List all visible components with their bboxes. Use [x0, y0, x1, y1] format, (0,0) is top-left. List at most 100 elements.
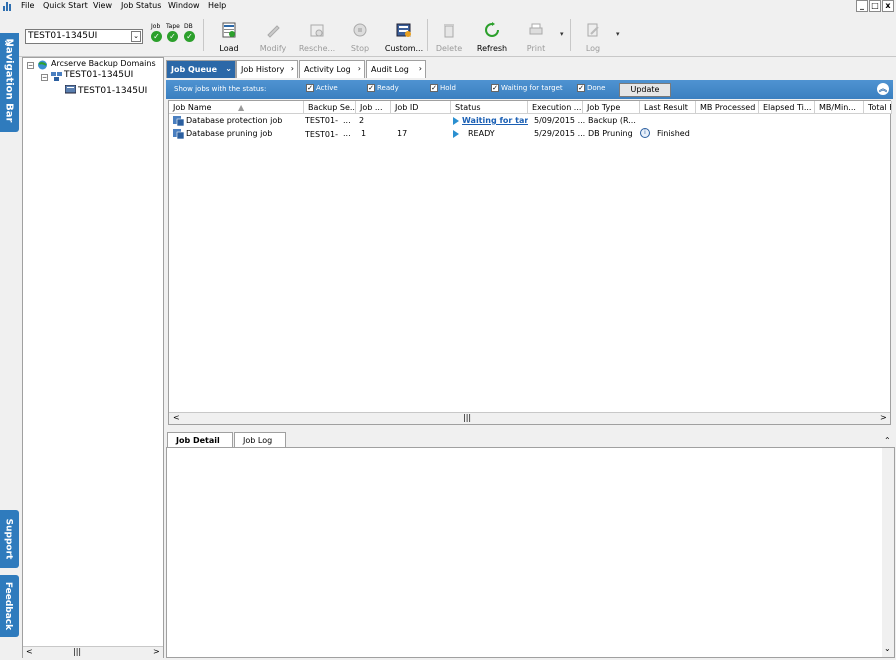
cell-job-type: DB Pruning [588, 129, 633, 138]
menu-view[interactable]: View [93, 1, 112, 10]
chevron-right-icon[interactable]: › [419, 64, 422, 73]
job-detail-panel: ⌃ ⌄ [166, 436, 895, 658]
filter-hold-label: Hold [440, 84, 456, 92]
checkbox-check-icon: ✓ [306, 84, 314, 92]
cell-job-id: 17 [397, 129, 408, 138]
filter-done-checkbox[interactable]: ✓ Done [577, 84, 605, 95]
customize-button[interactable]: Custom... [384, 20, 424, 54]
filter-active-checkbox[interactable]: ✓ Active [306, 84, 338, 95]
col-execution[interactable]: Execution ... [528, 101, 583, 114]
server-icon [65, 85, 76, 94]
menu-job-status[interactable]: Job Status [121, 1, 161, 10]
filter-ready-label: Ready [377, 84, 399, 92]
cell-backup-server-more: ... [343, 116, 351, 125]
chevron-right-icon[interactable]: › [291, 64, 294, 73]
tab-job-queue-label: Job Queue [171, 65, 218, 74]
chevron-down-icon[interactable]: ⌄ [225, 64, 232, 73]
close-button[interactable]: x [882, 0, 894, 12]
tab-job-detail[interactable]: Job Detail [167, 432, 233, 447]
update-button[interactable]: Update [619, 83, 671, 97]
filter-waiting-checkbox[interactable]: ✓ Waiting for target [491, 84, 563, 95]
minimize-button[interactable]: _ [856, 0, 868, 12]
delete-button[interactable]: Delete [429, 20, 469, 54]
menu-bar: File Quick Start View Job Status Window … [0, 0, 896, 13]
db-status-ok-icon[interactable]: ✓ [184, 31, 195, 42]
detail-vertical-scrollbar[interactable]: ⌃ ⌄ [882, 436, 894, 657]
server-select[interactable]: TEST01-1345UI ⌄ [25, 29, 143, 44]
print-button[interactable]: Print [516, 20, 556, 54]
support-button[interactable]: Support [0, 510, 19, 568]
tab-activity-log[interactable]: Activity Log › [299, 60, 365, 78]
scroll-up-icon[interactable]: ⌃ [884, 436, 891, 445]
col-total-files[interactable]: Total F [864, 101, 892, 114]
log-button[interactable]: Log [573, 20, 613, 54]
job-status-ok-icon[interactable]: ✓ [151, 31, 162, 42]
cell-job-number: 1 [361, 129, 367, 138]
checkbox-check-icon: ✓ [577, 84, 585, 92]
filter-ready-checkbox[interactable]: ✓ Ready [367, 84, 399, 95]
navigation-bar-toggle[interactable]: » Navigation Bar [0, 33, 19, 132]
tree-server-label[interactable]: TEST01-1345UI [78, 86, 147, 96]
tree-collapse-icon[interactable]: − [27, 62, 34, 69]
col-job-id[interactable]: Job ID [391, 101, 451, 114]
scroll-thumb[interactable]: ||| [73, 647, 81, 656]
menu-help[interactable]: Help [208, 1, 226, 10]
menu-quick-start[interactable]: Quick Start [43, 1, 88, 10]
restore-button[interactable]: □ [869, 0, 881, 12]
chevron-down-icon[interactable]: ⌄ [131, 31, 141, 42]
col-job-number[interactable]: Job ... [356, 101, 391, 114]
menu-file[interactable]: File [21, 1, 34, 10]
scroll-left-icon[interactable]: < [26, 647, 33, 656]
reschedule-label: Resche... [298, 44, 336, 53]
tree-collapse-icon[interactable]: − [41, 74, 48, 81]
table-row[interactable]: Database protection job TEST01- ... 2 Wa… [169, 115, 892, 128]
col-status[interactable]: Status [451, 101, 528, 114]
load-button[interactable]: Load [209, 20, 249, 54]
scroll-thumb[interactable]: ||| [463, 413, 471, 422]
print-dropdown-icon[interactable]: ▾ [560, 30, 564, 38]
table-horizontal-scrollbar[interactable]: < ||| > [169, 412, 890, 424]
col-job-name[interactable]: Job Name ▲ [169, 101, 304, 114]
col-mb-processed[interactable]: MB Processed [696, 101, 759, 114]
load-label: Load [219, 44, 239, 53]
log-dropdown-icon[interactable]: ▾ [616, 30, 620, 38]
tab-job-history-label: Job History [241, 65, 285, 74]
support-label: Support [3, 518, 14, 560]
scroll-right-icon[interactable]: > [880, 413, 887, 422]
tape-status-ok-icon[interactable]: ✓ [167, 31, 178, 42]
table-row[interactable]: Database pruning job TEST01- ... 1 17 RE… [169, 128, 892, 141]
modify-icon [267, 25, 280, 38]
scroll-right-icon[interactable]: > [153, 647, 160, 656]
tab-audit-log[interactable]: Audit Log › [366, 60, 426, 78]
toolbar-separator [203, 19, 204, 51]
modify-button[interactable]: Modify [253, 20, 293, 54]
tree-root-label[interactable]: Arcserve Backup Domains [51, 59, 156, 68]
tab-job-queue[interactable]: Job Queue ⌄ [166, 60, 236, 78]
scroll-left-icon[interactable]: < [173, 413, 180, 422]
col-last-result[interactable]: Last Result [640, 101, 696, 114]
menu-window[interactable]: Window [168, 1, 200, 10]
cell-job-name: Database protection job [186, 116, 283, 125]
stop-button[interactable]: Stop [340, 20, 380, 54]
col-job-type[interactable]: Job Type [583, 101, 640, 114]
col-backup-server[interactable]: Backup Se... [304, 101, 356, 114]
filter-hold-checkbox[interactable]: ✓ Hold [430, 84, 456, 95]
cell-backup-server: TEST01- [305, 130, 338, 139]
cell-job-name: Database pruning job [186, 129, 273, 138]
chevron-right-icon[interactable]: › [358, 64, 361, 73]
tree-horizontal-scrollbar[interactable]: < ||| > [23, 646, 163, 658]
refresh-button[interactable]: Refresh [472, 20, 512, 54]
tree-domain-label[interactable]: TEST01-1345UI [64, 70, 133, 80]
reschedule-button[interactable]: Resche... [297, 20, 337, 54]
feedback-button[interactable]: Feedback [0, 575, 19, 637]
col-elapsed-time[interactable]: Elapsed Ti... [759, 101, 815, 114]
cell-status-link[interactable]: Waiting for targe [462, 116, 528, 125]
tab-job-log[interactable]: Job Log [234, 432, 286, 447]
collapse-icon[interactable]: ︽ [877, 83, 889, 95]
scroll-down-icon[interactable]: ⌄ [884, 644, 891, 653]
cell-execution: 5/09/2015 ... [534, 116, 586, 125]
detail-tabs: Job Detail Job Log [166, 431, 895, 447]
filter-waiting-label: Waiting for target [501, 84, 563, 92]
tab-job-history[interactable]: Job History › [236, 60, 298, 78]
col-mb-per-min[interactable]: MB/Min... [815, 101, 864, 114]
